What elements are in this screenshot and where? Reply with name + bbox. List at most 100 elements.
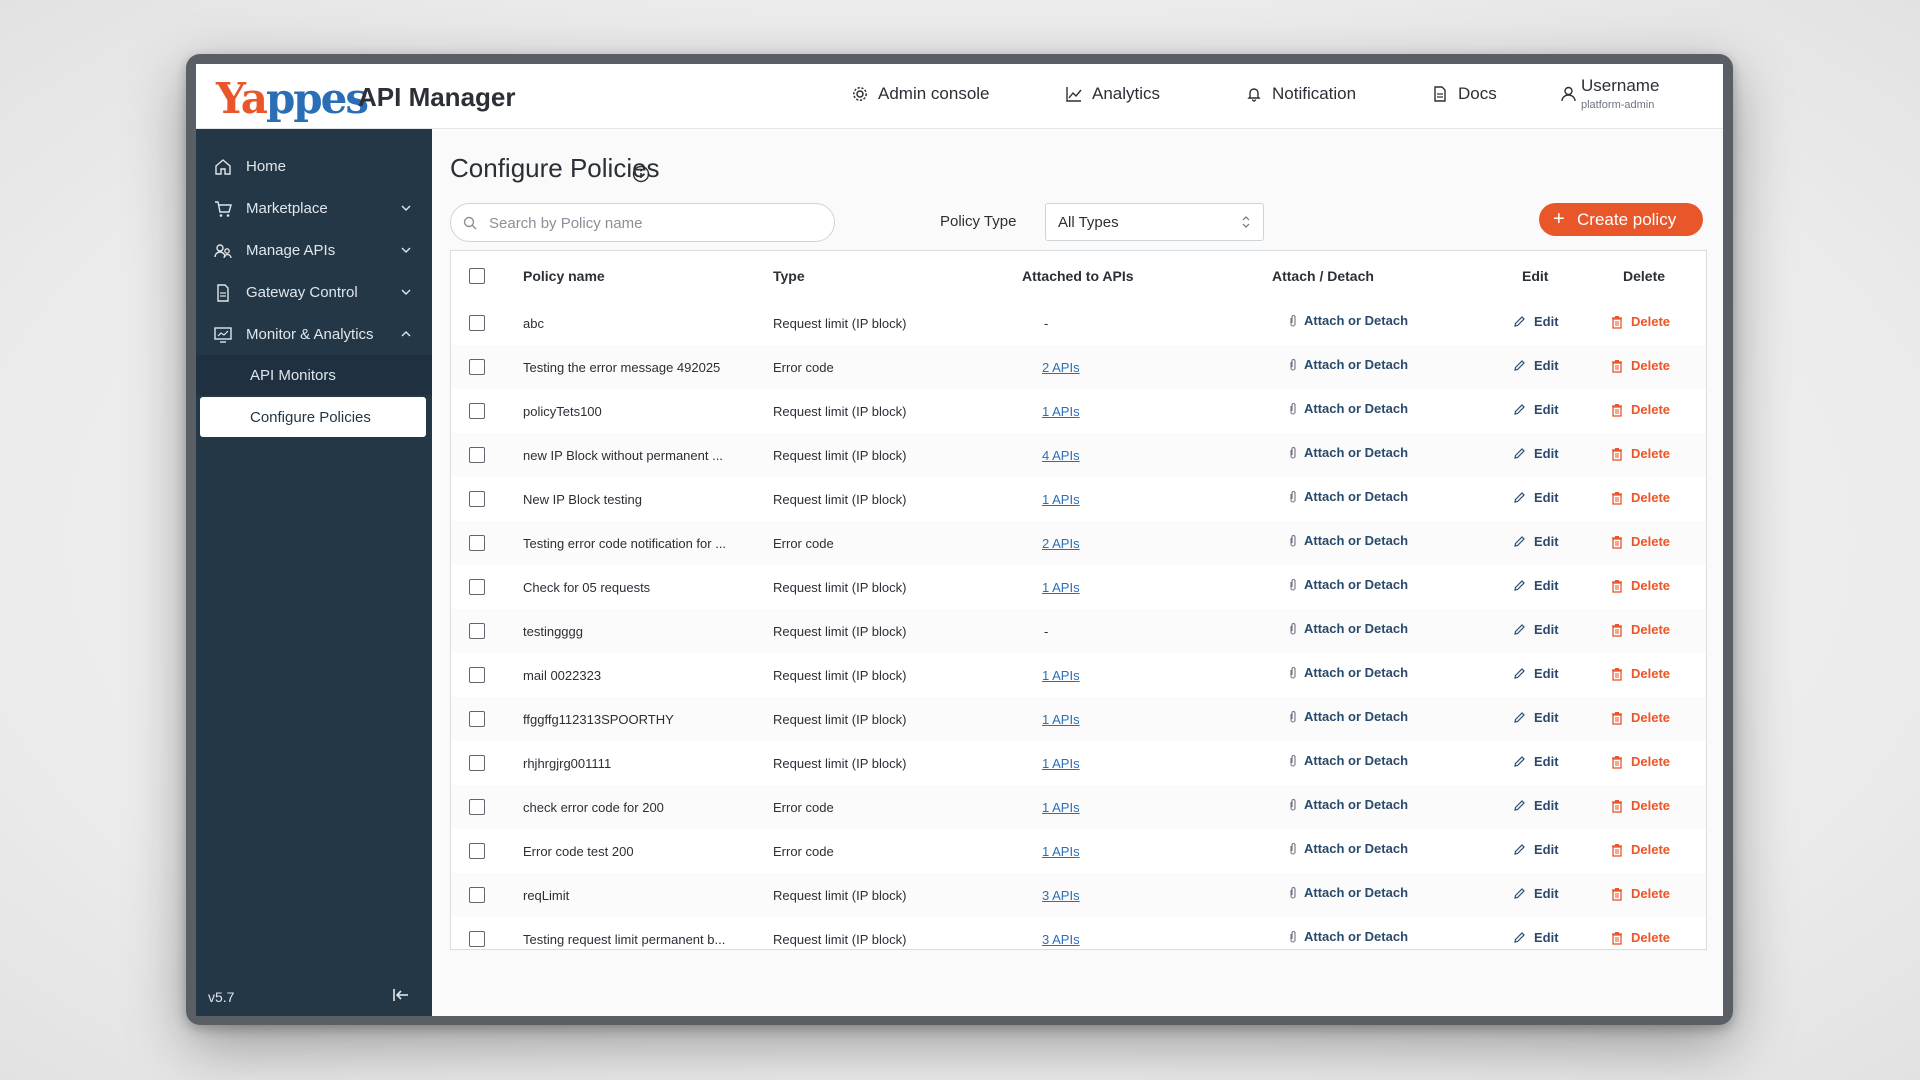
edit-button[interactable]: Edit [1513, 622, 1559, 637]
edit-button[interactable]: Edit [1513, 930, 1559, 945]
edit-button[interactable]: Edit [1513, 798, 1559, 813]
sidebar-item-gateway-control[interactable]: Gateway Control [196, 272, 432, 312]
attached-apis-link[interactable]: 4 APIs [1042, 448, 1080, 463]
nav-docs[interactable]: Docs [1432, 84, 1497, 104]
attached-apis-link[interactable]: 1 APIs [1042, 668, 1080, 683]
edit-button[interactable]: Edit [1513, 402, 1559, 417]
trash-icon [1612, 623, 1622, 637]
row-checkbox[interactable] [469, 315, 485, 331]
nav-analytics[interactable]: Analytics [1066, 84, 1160, 104]
row-checkbox[interactable] [469, 359, 485, 375]
attach-detach-button[interactable]: Attach or Detach [1288, 797, 1408, 812]
column-header[interactable]: Type [773, 268, 805, 284]
attach-detach-button[interactable]: Attach or Detach [1288, 753, 1408, 768]
attached-apis-link[interactable]: 2 APIs [1042, 360, 1080, 375]
delete-button[interactable]: Delete [1611, 710, 1670, 725]
attach-detach-button[interactable]: Attach or Detach [1288, 885, 1408, 900]
column-header[interactable]: Attached to APIs [1022, 268, 1134, 284]
edit-button[interactable]: Edit [1513, 886, 1559, 901]
select-all-checkbox[interactable] [469, 268, 485, 284]
attach-detach-button[interactable]: Attach or Detach [1288, 929, 1408, 944]
delete-button[interactable]: Delete [1611, 534, 1670, 549]
row-checkbox[interactable] [469, 887, 485, 903]
row-checkbox[interactable] [469, 403, 485, 419]
delete-button[interactable]: Delete [1611, 754, 1670, 769]
edit-button[interactable]: Edit [1513, 710, 1559, 725]
attach-detach-button[interactable]: Attach or Detach [1288, 313, 1408, 328]
delete-button[interactable]: Delete [1611, 358, 1670, 373]
edit-button[interactable]: Edit [1513, 314, 1559, 329]
attached-apis-link[interactable]: 1 APIs [1042, 580, 1080, 595]
delete-button[interactable]: Delete [1611, 314, 1670, 329]
attach-detach-button[interactable]: Attach or Detach [1288, 489, 1408, 504]
sidebar-item-monitor-analytics[interactable]: Monitor & Analytics [196, 314, 432, 354]
edit-button[interactable]: Edit [1513, 490, 1559, 505]
attach-detach-label: Attach or Detach [1304, 357, 1409, 372]
attached-apis-link[interactable]: 2 APIs [1042, 536, 1080, 551]
attached-apis-link[interactable]: 1 APIs [1042, 492, 1080, 507]
row-checkbox[interactable] [469, 447, 485, 463]
delete-button[interactable]: Delete [1611, 666, 1670, 681]
sidebar-item-marketplace[interactable]: Marketplace [196, 188, 432, 228]
row-checkbox[interactable] [469, 623, 485, 639]
edit-button[interactable]: Edit [1513, 666, 1559, 681]
attach-detach-button[interactable]: Attach or Detach [1288, 533, 1408, 548]
collapse-sidebar-icon[interactable] [392, 987, 410, 1003]
edit-button[interactable]: Edit [1513, 842, 1559, 857]
table-row: ffggffg112313SPOORTHY Request limit (IP … [451, 697, 1706, 742]
attached-apis-link[interactable]: 3 APIs [1042, 932, 1080, 947]
edit-button[interactable]: Edit [1513, 578, 1559, 593]
row-checkbox[interactable] [469, 535, 485, 551]
delete-button[interactable]: Delete [1611, 490, 1670, 505]
delete-button[interactable]: Delete [1611, 930, 1670, 945]
attach-detach-button[interactable]: Attach or Detach [1288, 621, 1408, 636]
delete-button[interactable]: Delete [1611, 842, 1670, 857]
row-checkbox[interactable] [469, 931, 485, 947]
delete-button[interactable]: Delete [1611, 446, 1670, 461]
attach-detach-button[interactable]: Attach or Detach [1288, 401, 1408, 416]
nav-notification[interactable]: Notification [1246, 84, 1356, 104]
attached-apis-link[interactable]: 1 APIs [1042, 404, 1080, 419]
policy-type: Request limit (IP block) [773, 712, 907, 727]
edit-button[interactable]: Edit [1513, 754, 1559, 769]
table-row: abc Request limit (IP block) - Attach or… [451, 301, 1706, 346]
attach-detach-button[interactable]: Attach or Detach [1288, 665, 1408, 680]
attach-detach-button[interactable]: Attach or Detach [1288, 709, 1408, 724]
attached-apis-link[interactable]: 1 APIs [1042, 756, 1080, 771]
row-checkbox[interactable] [469, 667, 485, 683]
sidebar-item-home[interactable]: Home [196, 146, 432, 186]
row-checkbox[interactable] [469, 491, 485, 507]
edit-label: Edit [1534, 358, 1559, 373]
delete-button[interactable]: Delete [1611, 402, 1670, 417]
attach-detach-button[interactable]: Attach or Detach [1288, 357, 1408, 372]
sidebar-subitem-configure-policies[interactable]: Configure Policies [200, 397, 426, 437]
row-checkbox[interactable] [469, 711, 485, 727]
info-icon[interactable] [632, 165, 650, 183]
attach-detach-button[interactable]: Attach or Detach [1288, 445, 1408, 460]
row-checkbox[interactable] [469, 843, 485, 859]
column-header[interactable]: Policy name [523, 268, 605, 284]
policy-type-select[interactable]: All Types [1045, 203, 1264, 241]
row-checkbox[interactable] [469, 799, 485, 815]
attach-detach-button[interactable]: Attach or Detach [1288, 841, 1408, 856]
delete-button[interactable]: Delete [1611, 886, 1670, 901]
sidebar-item-manage-apis[interactable]: Manage APIs [196, 230, 432, 270]
sidebar-subitem-api-monitors[interactable]: API Monitors [196, 355, 432, 395]
edit-button[interactable]: Edit [1513, 446, 1559, 461]
row-checkbox[interactable] [469, 755, 485, 771]
delete-button[interactable]: Delete [1611, 578, 1670, 593]
search-box[interactable] [450, 203, 835, 242]
attach-detach-button[interactable]: Attach or Detach [1288, 577, 1408, 592]
create-policy-button[interactable]: + Create policy [1539, 203, 1703, 236]
attached-apis-link[interactable]: 1 APIs [1042, 800, 1080, 815]
delete-button[interactable]: Delete [1611, 622, 1670, 637]
edit-button[interactable]: Edit [1513, 358, 1559, 373]
attached-apis-link[interactable]: 3 APIs [1042, 888, 1080, 903]
delete-button[interactable]: Delete [1611, 798, 1670, 813]
nav-admin-console[interactable]: Admin console [852, 84, 990, 104]
attached-apis-link[interactable]: 1 APIs [1042, 712, 1080, 727]
attached-apis-link[interactable]: 1 APIs [1042, 844, 1080, 859]
edit-button[interactable]: Edit [1513, 534, 1559, 549]
search-input[interactable] [487, 212, 821, 234]
row-checkbox[interactable] [469, 579, 485, 595]
